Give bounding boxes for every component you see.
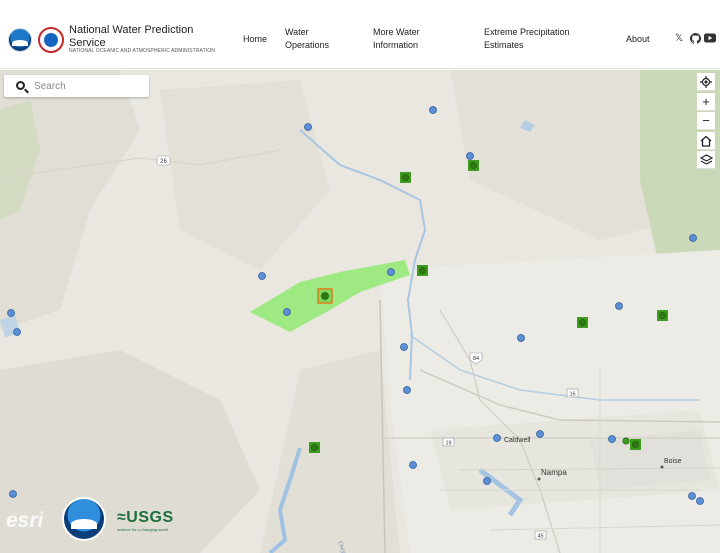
gauge-point xyxy=(466,152,474,160)
highway-19-shield: 19 xyxy=(442,437,455,447)
nampa-label: Nampa xyxy=(541,468,567,477)
gauge-point xyxy=(283,308,291,316)
flood-gauge-point xyxy=(401,174,409,182)
selected-gauge xyxy=(317,288,333,304)
gauge-point xyxy=(517,334,525,342)
noaa-attribution-logo[interactable] xyxy=(62,497,106,541)
search-box[interactable] xyxy=(4,75,149,97)
gauge-point xyxy=(536,430,544,438)
gauge-point xyxy=(608,435,616,443)
gauge-point xyxy=(696,497,704,505)
gauge-point xyxy=(387,268,395,276)
zoom-in-button[interactable]: + xyxy=(697,93,715,111)
noaa-logo[interactable] xyxy=(8,28,32,52)
flood-gauge-point xyxy=(578,319,586,327)
gauge-point xyxy=(483,477,491,485)
search-input[interactable] xyxy=(34,77,144,95)
usgs-logo[interactable]: ≈USGS xyxy=(117,509,174,527)
gauge-point xyxy=(13,328,21,336)
layers-button[interactable] xyxy=(697,151,715,169)
flood-gauge-point xyxy=(469,162,477,170)
gauge-point xyxy=(400,343,408,351)
zoom-out-button[interactable]: − xyxy=(697,112,715,130)
gauge-point xyxy=(689,234,697,242)
gauge-point xyxy=(7,309,15,317)
youtube-icon[interactable] xyxy=(704,33,716,46)
flood-gauge-point xyxy=(622,437,630,445)
svg-text:19: 19 xyxy=(445,441,451,447)
nws-logo[interactable] xyxy=(38,27,64,53)
site-header: National Water Prediction Service NATION… xyxy=(0,0,720,69)
site-subtitle: NATIONAL OCEANIC AND ATMOSPHERIC ADMINIS… xyxy=(69,48,215,54)
usgs-tagline: science for a changing world xyxy=(117,527,168,532)
locate-icon xyxy=(700,76,712,88)
gauge-point xyxy=(403,386,411,394)
locate-button[interactable] xyxy=(697,73,715,91)
flood-gauge-point xyxy=(418,267,426,275)
flood-gauge-point xyxy=(631,440,639,448)
gauge-point xyxy=(688,492,696,500)
caldwell-label: Caldwell xyxy=(504,437,531,444)
map-view[interactable]: 26 84 16 19 45 Caldwell Nampa Boise Owyh… xyxy=(0,70,720,553)
gauge-point xyxy=(304,123,312,131)
gauge-point xyxy=(615,302,623,310)
highway-45-shield: 45 xyxy=(534,530,547,540)
basemap: 26 84 16 19 45 Caldwell Nampa Boise Owyh… xyxy=(0,70,720,553)
gauge-point xyxy=(258,272,266,280)
gauge-point xyxy=(409,461,417,469)
github-icon[interactable] xyxy=(689,32,702,47)
svg-text:45: 45 xyxy=(537,534,543,540)
layers-icon xyxy=(699,154,713,165)
home-icon xyxy=(700,135,712,147)
x-icon[interactable]: 𝕏 xyxy=(675,33,683,44)
flood-gauge-point xyxy=(658,312,666,320)
home-button[interactable] xyxy=(697,132,715,150)
highway-26-shield: 26 xyxy=(156,155,171,166)
flood-gauge-point xyxy=(310,443,318,451)
highway-16-shield: 16 xyxy=(566,388,579,398)
gauge-point xyxy=(429,106,437,114)
gauge-point xyxy=(9,490,17,498)
gauge-point xyxy=(493,434,501,442)
esri-logo[interactable]: esri xyxy=(6,509,43,533)
svg-text:26: 26 xyxy=(160,159,167,165)
boise-label: Boise xyxy=(664,458,682,465)
svg-text:16: 16 xyxy=(569,392,575,398)
site-title[interactable]: National Water Prediction Service xyxy=(69,24,199,50)
search-icon[interactable] xyxy=(16,81,25,90)
svg-text:84: 84 xyxy=(473,356,479,362)
